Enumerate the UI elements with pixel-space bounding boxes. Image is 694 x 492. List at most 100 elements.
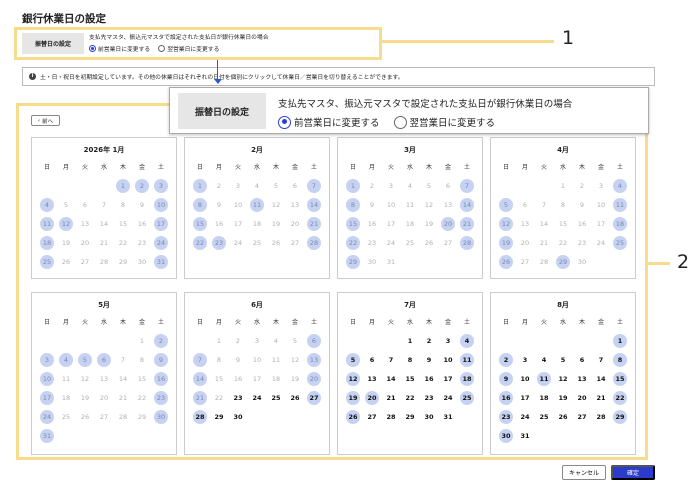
calendar-day-holiday[interactable]: 27 bbox=[305, 388, 324, 407]
calendar-day-holiday[interactable]: 11 bbox=[458, 350, 477, 369]
calendar-day[interactable]: 30 bbox=[420, 407, 439, 426]
calendar-day-holiday[interactable]: 20 bbox=[363, 388, 382, 407]
calendar-day-holiday[interactable]: 12 bbox=[344, 369, 363, 388]
calendar-day[interactable]: 25 bbox=[267, 388, 286, 407]
calendar-day[interactable]: 17 bbox=[516, 388, 535, 407]
calendar-day-holiday[interactable]: 18 bbox=[458, 369, 477, 388]
empty-cell bbox=[535, 331, 554, 350]
calendar-day[interactable]: 13 bbox=[363, 369, 382, 388]
calendar-day[interactable]: 12 bbox=[554, 369, 573, 388]
calendar-day-holiday[interactable]: 26 bbox=[344, 407, 363, 426]
calendar-day: 29 bbox=[137, 412, 147, 421]
zoom-radio-previous-business-day[interactable]: 前営業日に変更する bbox=[278, 115, 380, 129]
calendar-day-holiday[interactable]: 23 bbox=[497, 407, 516, 426]
radio-previous-business-day[interactable]: 前営業日に変更する bbox=[89, 44, 150, 53]
calendar-day[interactable]: 3 bbox=[439, 331, 458, 350]
calendar-day-holiday[interactable]: 28 bbox=[191, 407, 210, 426]
calendar-day[interactable]: 23 bbox=[229, 388, 248, 407]
setting-description: 支払先マスタ、振込元マスタで設定された支払日が銀行休業日の場合 bbox=[89, 35, 269, 41]
calendar-day[interactable]: 5 bbox=[554, 350, 573, 369]
zoom-radio-next-business-day[interactable]: 翌営業日に変更する bbox=[393, 115, 495, 129]
calendar-day[interactable]: 3 bbox=[516, 350, 535, 369]
calendar-day[interactable]: 22 bbox=[401, 388, 420, 407]
calendar-day-holiday[interactable]: 25 bbox=[458, 388, 477, 407]
calendar-day-holiday[interactable]: 15 bbox=[611, 369, 630, 388]
calendar-day[interactable]: 27 bbox=[363, 407, 382, 426]
calendar-day[interactable]: 1 bbox=[401, 331, 420, 350]
calendar-day-holiday[interactable]: 8 bbox=[611, 350, 630, 369]
calendar-day[interactable]: 28 bbox=[592, 407, 611, 426]
calendar-day[interactable]: 6 bbox=[363, 350, 382, 369]
calendar-day[interactable]: 26 bbox=[286, 388, 305, 407]
calendar-day-holiday[interactable]: 5 bbox=[344, 350, 363, 369]
calendar-day[interactable]: 6 bbox=[573, 350, 592, 369]
calendar-day[interactable]: 14 bbox=[592, 369, 611, 388]
calendar-day: 9 bbox=[216, 200, 222, 209]
calendar-day[interactable]: 10 bbox=[516, 369, 535, 388]
weekday-header: 木 bbox=[119, 319, 126, 326]
calendar-day[interactable]: 29 bbox=[401, 407, 420, 426]
calendar-day[interactable]: 7 bbox=[592, 350, 611, 369]
calendar-day-holiday: 28 bbox=[458, 233, 477, 252]
calendar-day[interactable]: 25 bbox=[535, 407, 554, 426]
callout-line-1 bbox=[382, 40, 554, 43]
calendar-day-holiday: 24 bbox=[38, 407, 57, 426]
calendar-day-holiday[interactable]: 4 bbox=[458, 331, 477, 350]
calendar-day[interactable]: 23 bbox=[420, 388, 439, 407]
calendar-day-holiday: 1 bbox=[114, 176, 133, 195]
calendar-day[interactable]: 18 bbox=[535, 388, 554, 407]
calendar-day[interactable]: 15 bbox=[401, 369, 420, 388]
calendar-day-holiday[interactable]: 16 bbox=[497, 388, 516, 407]
calendar-day-holiday[interactable]: 30 bbox=[497, 426, 516, 445]
radio-next-business-day[interactable]: 翌営業日に変更する bbox=[158, 44, 219, 53]
calendar-day-holiday[interactable]: 2 bbox=[497, 350, 516, 369]
calendar-day[interactable]: 27 bbox=[573, 407, 592, 426]
calendar-day[interactable]: 30 bbox=[229, 407, 248, 426]
calendar-day-holiday[interactable]: 9 bbox=[497, 369, 516, 388]
calendar-day: 22 bbox=[137, 393, 147, 402]
calendar-day-holiday[interactable]: 22 bbox=[611, 388, 630, 407]
calendar-day[interactable]: 21 bbox=[382, 388, 401, 407]
prev-button[interactable]: ‹ 前へ bbox=[31, 115, 60, 126]
info-banner: i 土・日・祝日を初期設定しています。その他の休業日はそれぞれの日付を個別にクリ… bbox=[22, 67, 655, 86]
calendar-day[interactable]: 24 bbox=[248, 388, 267, 407]
calendar-day-holiday[interactable]: 19 bbox=[344, 388, 363, 407]
calendar-day[interactable]: 9 bbox=[420, 350, 439, 369]
calendar-day[interactable]: 16 bbox=[420, 369, 439, 388]
zoom-arrow-icon bbox=[214, 79, 222, 84]
calendar-day: 28 bbox=[118, 412, 128, 421]
calendar-day-holiday: 26 bbox=[497, 252, 516, 271]
calendar-day: 9 bbox=[139, 200, 145, 209]
calendar-day-holiday[interactable]: 11 bbox=[535, 369, 554, 388]
calendar-day[interactable]: 8 bbox=[401, 350, 420, 369]
calendar-day-holiday[interactable]: 1 bbox=[611, 331, 630, 350]
calendar-day: 27 bbox=[99, 412, 109, 421]
calendar-day[interactable]: 31 bbox=[516, 426, 535, 445]
calendar-day: 10 bbox=[596, 200, 606, 209]
calendar-day[interactable]: 21 bbox=[592, 388, 611, 407]
weekday-header: 金 bbox=[597, 319, 604, 326]
calendar-day[interactable]: 20 bbox=[573, 388, 592, 407]
calendar-day: 1 bbox=[139, 336, 145, 345]
calendar-day[interactable]: 29 bbox=[210, 407, 229, 426]
calendar-day-holiday[interactable]: 29 bbox=[611, 407, 630, 426]
calendar-day[interactable]: 2 bbox=[420, 331, 439, 350]
calendar-day: 26 bbox=[424, 238, 434, 247]
calendar-day-holiday: 4 bbox=[38, 195, 57, 214]
calendar-day[interactable]: 14 bbox=[382, 369, 401, 388]
calendar-day[interactable]: 7 bbox=[382, 350, 401, 369]
calendar-day[interactable]: 4 bbox=[535, 350, 554, 369]
calendar-day[interactable]: 28 bbox=[382, 407, 401, 426]
empty-cell bbox=[592, 331, 611, 350]
calendar-day[interactable]: 31 bbox=[439, 407, 458, 426]
cancel-button[interactable]: キャンセル bbox=[562, 465, 606, 480]
calendar-day[interactable]: 13 bbox=[573, 369, 592, 388]
confirm-button[interactable]: 確定 bbox=[611, 465, 655, 480]
calendar-day[interactable]: 24 bbox=[516, 407, 535, 426]
calendar-day[interactable]: 19 bbox=[554, 388, 573, 407]
calendar-day[interactable]: 17 bbox=[439, 369, 458, 388]
calendar-day[interactable]: 26 bbox=[554, 407, 573, 426]
calendar-day[interactable]: 10 bbox=[439, 350, 458, 369]
calendar-day[interactable]: 24 bbox=[439, 388, 458, 407]
calendar-day: 24 bbox=[386, 238, 396, 247]
